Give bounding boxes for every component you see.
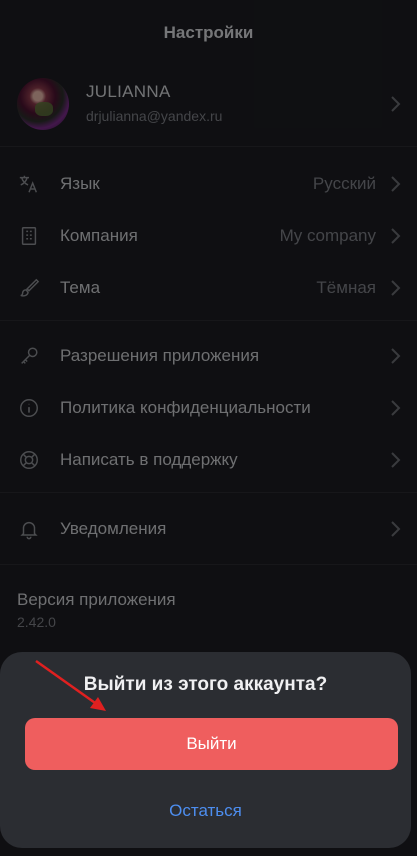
stay-button[interactable]: Остаться (0, 796, 411, 826)
settings-item-value: My company (279, 226, 376, 245)
settings-item-label: Тема (60, 278, 101, 297)
settings-item-value: Русский (312, 174, 376, 193)
avatar (17, 78, 69, 130)
settings-item-label: Язык (60, 174, 100, 193)
page-title: Настройки (163, 23, 254, 42)
profile-email: drjulianna@yandex.ru (86, 108, 223, 124)
chevron-right-icon (391, 452, 401, 468)
settings-item-label: Компания (60, 226, 138, 245)
logout-confirm-sheet: Выйти из этого аккаунта? Выйти Остаться (0, 652, 411, 848)
chevron-right-icon (391, 228, 401, 244)
chevron-right-icon (391, 96, 401, 112)
logout-button[interactable]: Выйти (25, 718, 398, 770)
chevron-right-icon (391, 521, 401, 537)
chevron-right-icon (391, 280, 401, 296)
settings-item-value: Тёмная (316, 278, 376, 297)
settings-item-label: Уведомления (60, 519, 167, 538)
divider (0, 564, 417, 565)
bell-icon (17, 517, 41, 541)
chevron-right-icon (391, 348, 401, 364)
profile-name: JULIANNA (86, 82, 171, 101)
chevron-right-icon (391, 400, 401, 416)
version-number: 2.42.0 (17, 614, 56, 630)
version-title: Версия приложения (17, 590, 176, 609)
brush-icon (17, 276, 41, 300)
settings-item-language[interactable]: Язык Русский (0, 158, 417, 210)
translate-icon (17, 172, 41, 196)
settings-item-label: Написать в поддержку (60, 450, 238, 469)
divider (0, 146, 417, 147)
settings-item-permissions[interactable]: Разрешения приложения (0, 330, 417, 382)
chevron-right-icon (391, 176, 401, 192)
sheet-title: Выйти из этого аккаунта? (83, 674, 328, 695)
settings-item-notifications[interactable]: Уведомления (0, 503, 417, 555)
settings-item-label: Политика конфиденциальности (60, 398, 311, 417)
building-icon (17, 224, 41, 248)
header: Настройки (0, 0, 417, 66)
settings-item-support[interactable]: Написать в поддержку (0, 434, 417, 486)
profile-row[interactable]: JULIANNA drjulianna@yandex.ru (0, 70, 417, 138)
lifebuoy-icon (17, 448, 41, 472)
divider (0, 492, 417, 493)
divider (0, 320, 417, 321)
settings-item-company[interactable]: Компания My company (0, 210, 417, 262)
settings-item-theme[interactable]: Тема Тёмная (0, 262, 417, 314)
settings-item-label: Разрешения приложения (60, 346, 260, 365)
settings-item-privacy[interactable]: Политика конфиденциальности (0, 382, 417, 434)
key-icon (17, 344, 41, 368)
info-icon (17, 396, 41, 420)
